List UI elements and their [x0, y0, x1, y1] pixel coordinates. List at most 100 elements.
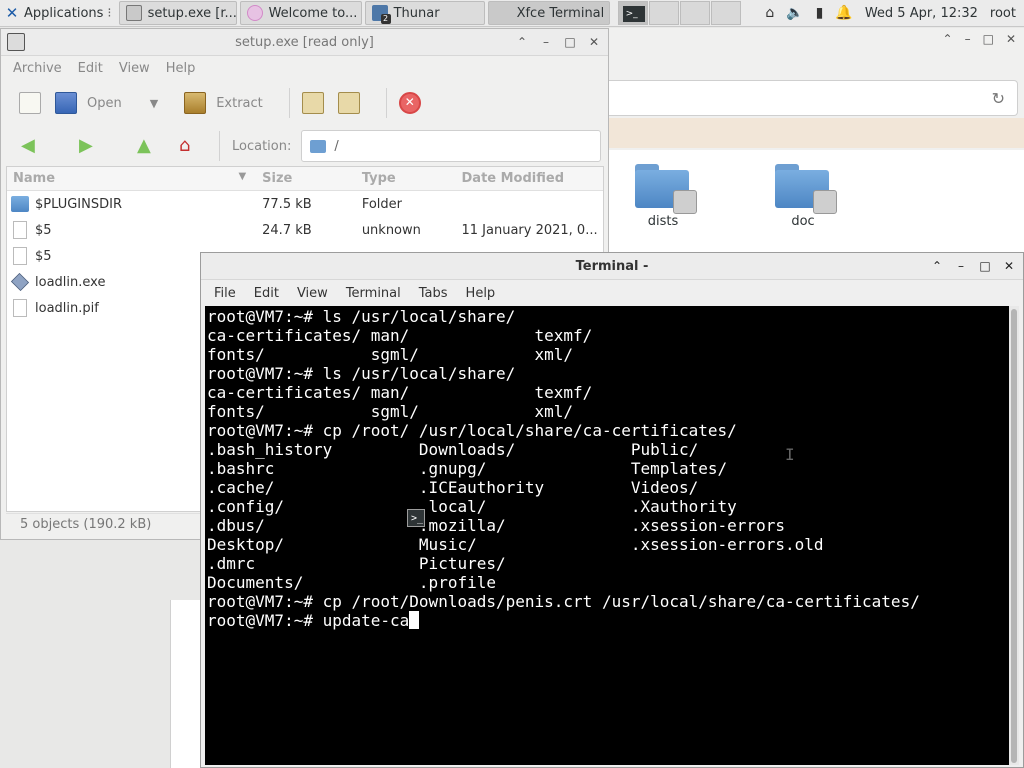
- close-icon[interactable]: ✕: [588, 35, 600, 49]
- folder-label: dists: [647, 214, 679, 229]
- menubar: Archive Edit View Help: [1, 56, 608, 80]
- add-files-icon: [301, 92, 324, 114]
- volume-icon[interactable]: 🔈: [786, 5, 803, 21]
- navigation-bar: ◀ ▶ ▲ ⌂ Location: /: [1, 126, 608, 166]
- archive-icon: [7, 33, 25, 51]
- add-files-button[interactable]: [301, 92, 324, 114]
- workspace-1[interactable]: >_: [617, 1, 648, 25]
- extract-label: Extract: [216, 95, 263, 111]
- terminal-line: root@VM7:~# ls /usr/local/share/: [207, 307, 516, 326]
- titlebar[interactable]: >_ Terminal - ⌃ – □ ✕: [201, 253, 1023, 527]
- workspace-4[interactable]: [710, 1, 741, 25]
- column-name[interactable]: Name ▼: [7, 171, 256, 186]
- battery-icon[interactable]: ▮: [816, 5, 824, 21]
- location-bar[interactable]: ↻: [608, 80, 1018, 116]
- titlebar[interactable]: setup.exe [read only] ⌃ – □ ✕: [1, 29, 608, 56]
- shade-icon[interactable]: ⌃: [931, 259, 943, 273]
- task-xfce-terminal[interactable]: 2 Xfce Terminal: [487, 1, 610, 25]
- menu-terminal[interactable]: Terminal: [337, 286, 410, 301]
- task-label: setup.exe [r...: [147, 5, 237, 21]
- file-row[interactable]: $PLUGINSDIR 77.5 kB Folder: [7, 191, 603, 217]
- file-name: loadlin.exe: [35, 274, 106, 290]
- close-icon[interactable]: ✕: [1003, 259, 1015, 273]
- add-folder-button[interactable]: [337, 92, 360, 114]
- reload-icon[interactable]: ↻: [992, 89, 1005, 108]
- column-size[interactable]: Size: [256, 171, 356, 186]
- workspace-switcher[interactable]: >_: [617, 1, 741, 25]
- menu-edit[interactable]: Edit: [245, 286, 288, 301]
- menu-view[interactable]: View: [288, 286, 337, 301]
- location-label: Location:: [232, 138, 292, 154]
- dropdown-icon[interactable]: ▼: [150, 97, 158, 110]
- file-icon: [13, 247, 27, 265]
- task-label: Welcome to...: [268, 5, 358, 21]
- file-size: 77.5 kB: [262, 196, 312, 212]
- location-input[interactable]: /: [301, 130, 602, 162]
- folder-dists[interactable]: dists: [618, 164, 708, 229]
- scrollbar[interactable]: [1009, 306, 1019, 765]
- folder-icon: [775, 164, 837, 214]
- menu-edit[interactable]: Edit: [70, 61, 111, 76]
- terminal-line: .config/ .local/ .Xauthority: [207, 497, 737, 516]
- shade-icon[interactable]: ⌃: [516, 35, 528, 49]
- terminal-line: .bash_history Downloads/ Public/: [207, 440, 699, 459]
- folder-icon: [11, 196, 29, 212]
- thunar-side-panel: [170, 600, 202, 768]
- minimize-icon[interactable]: –: [955, 259, 967, 273]
- workspace-3[interactable]: [679, 1, 710, 25]
- add-folder-icon: [337, 92, 360, 114]
- maximize-chevron-icon[interactable]: ⌃: [943, 32, 953, 46]
- workspace-2[interactable]: [648, 1, 679, 25]
- file-size: 24.7 kB: [262, 222, 312, 238]
- scrollbar-thumb[interactable]: [1011, 309, 1017, 763]
- up-arrow-icon[interactable]: ▲: [137, 137, 155, 155]
- user-menu[interactable]: root: [990, 6, 1016, 21]
- menu-help[interactable]: Help: [457, 286, 505, 301]
- task-setup-exe[interactable]: setup.exe [r...: [118, 1, 237, 25]
- notification-bell-icon[interactable]: 🔔: [835, 5, 852, 21]
- back-arrow-icon[interactable]: ◀: [21, 137, 39, 155]
- maximize-icon[interactable]: □: [564, 35, 576, 49]
- terminal-screen[interactable]: root@VM7:~# ls /usr/local/share/ca-certi…: [205, 306, 1009, 765]
- window-controls: ⌃ – □ ✕: [931, 259, 1023, 273]
- terminal-current-command: root@VM7:~# update-ca: [207, 611, 410, 630]
- maximize-icon[interactable]: □: [979, 259, 991, 273]
- terminal-line: ca-certificates/ man/ texmf/: [207, 326, 593, 345]
- toolbar-separator: [385, 88, 387, 118]
- minimize-icon[interactable]: –: [965, 32, 971, 46]
- menu-tabs[interactable]: Tabs: [410, 286, 457, 301]
- toolbar-separator: [288, 88, 290, 118]
- window-controls: ⌃ – □ ✕: [943, 32, 1016, 46]
- forward-arrow-icon[interactable]: ▶: [79, 137, 97, 155]
- terminal-line: ca-certificates/ man/ texmf/: [207, 383, 593, 402]
- menu-view[interactable]: View: [111, 61, 158, 76]
- task-welcome[interactable]: Welcome to...: [239, 1, 362, 25]
- new-file-icon: [19, 92, 41, 114]
- extract-button[interactable]: Extract: [184, 92, 263, 114]
- applications-menu[interactable]: ✕ Applications ⁝: [0, 0, 116, 27]
- open-button[interactable]: Open ▼: [55, 92, 158, 114]
- home-icon[interactable]: ⌂: [179, 137, 197, 155]
- column-type[interactable]: Type: [356, 171, 456, 186]
- folder-icon: [635, 164, 697, 214]
- task-thunar[interactable]: 2 Thunar: [364, 1, 485, 25]
- menu-file[interactable]: File: [205, 286, 245, 301]
- top-panel: ✕ Applications ⁝ setup.exe [r... Welcome…: [0, 0, 1024, 27]
- window-controls: ⌃ – □ ✕: [516, 35, 608, 49]
- maximize-icon[interactable]: □: [983, 32, 994, 46]
- clock[interactable]: Wed 5 Apr, 12:32: [865, 6, 978, 21]
- stop-button[interactable]: ✕: [398, 92, 421, 114]
- close-icon[interactable]: ✕: [1006, 32, 1016, 46]
- file-row[interactable]: $5 24.7 kB unknown 11 January 2021, 0...: [7, 217, 603, 243]
- menu-archive[interactable]: Archive: [5, 61, 70, 76]
- minimize-icon[interactable]: –: [540, 35, 552, 49]
- folder-doc[interactable]: doc: [758, 164, 848, 229]
- network-icon[interactable]: ⌂: [765, 5, 774, 21]
- new-archive-button[interactable]: [19, 92, 41, 114]
- terminal-input-line[interactable]: root@VM7:~# update-ca: [207, 611, 1007, 630]
- lock-icon: [813, 190, 837, 214]
- menu-help[interactable]: Help: [158, 61, 204, 76]
- menubar: File Edit View Terminal Tabs Help: [201, 280, 1023, 306]
- column-date-modified[interactable]: Date Modified: [456, 171, 604, 186]
- terminal-line: .dbus/ .mozilla/ .xsession-errors: [207, 516, 785, 535]
